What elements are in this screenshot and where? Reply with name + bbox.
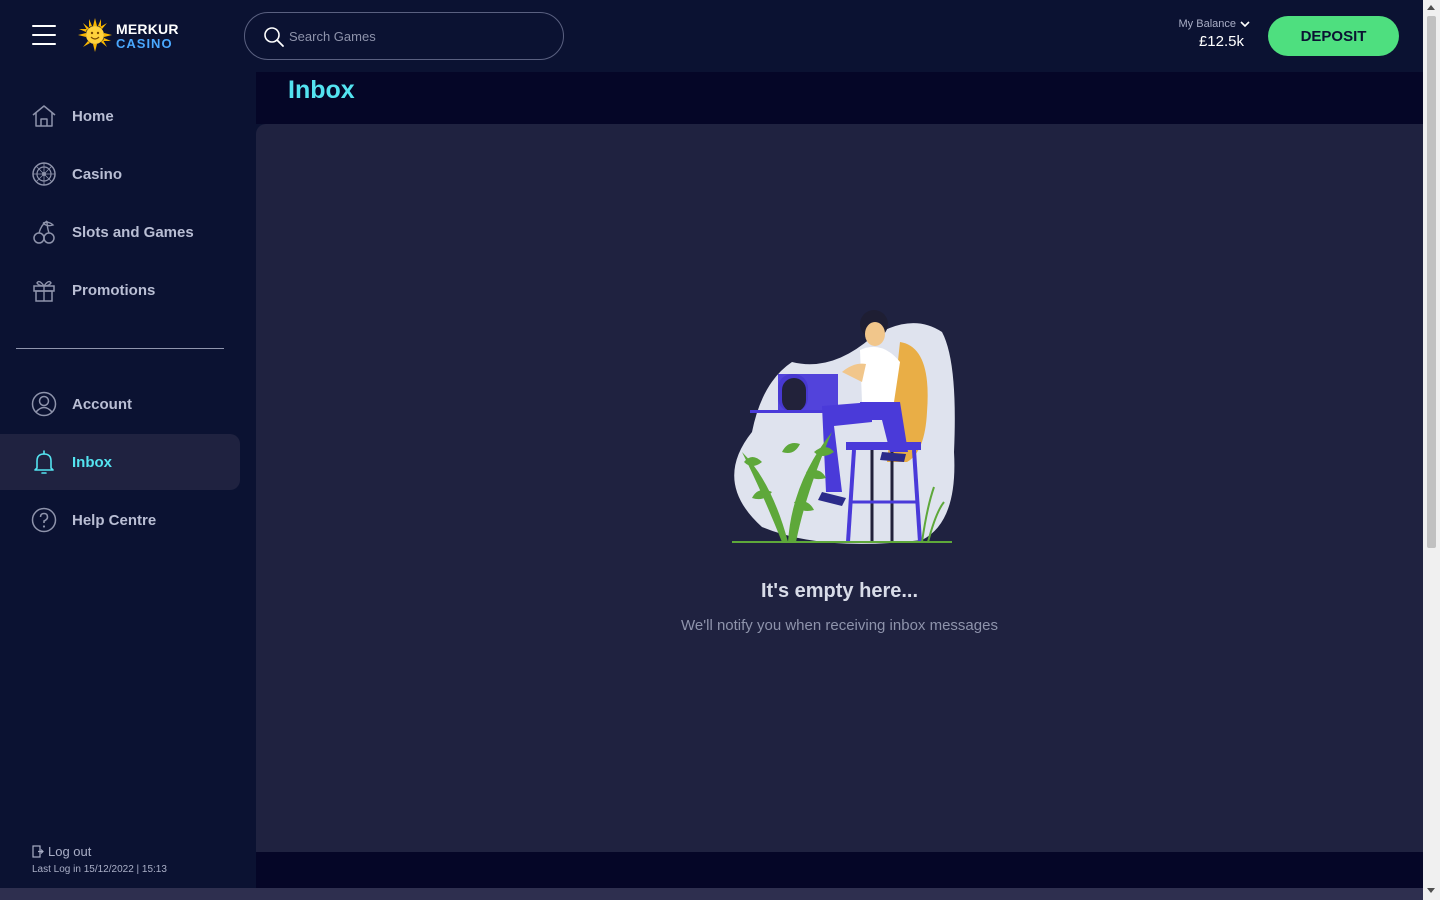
balance-value: £12.5k: [1198, 33, 1244, 50]
search-icon: [264, 27, 284, 47]
chevron-down-icon: [1240, 21, 1250, 28]
scrollbar-thumb[interactable]: [1427, 16, 1436, 548]
logout-label: Log out: [48, 844, 92, 859]
sidebar-item-casino[interactable]: Casino: [0, 146, 240, 202]
brand-name-line1: MERKUR: [116, 21, 179, 37]
sidebar-item-promotions[interactable]: Promotions: [0, 262, 240, 318]
sidebar-item-label: Casino: [72, 165, 123, 183]
sidebar-item-label: Promotions: [72, 281, 156, 299]
sidebar-item-account[interactable]: Account: [0, 376, 240, 432]
empty-state-title: It's empty here...: [760, 580, 919, 602]
empty-state-subtitle: We'll notify you when receiving inbox me…: [681, 617, 998, 634]
page-header: Inbox: [256, 72, 1423, 124]
last-login-text: Last Log in 15/12/2022 | 15:13: [32, 864, 167, 875]
scroll-up-arrow-icon[interactable]: [1427, 5, 1435, 10]
scroll-down-arrow-icon[interactable]: [1427, 888, 1435, 893]
bell-icon: [31, 449, 57, 475]
logout-icon: [32, 845, 44, 858]
inbox-panel: It's empty here... We'll notify you when…: [256, 124, 1423, 852]
sidebar-item-label: Home: [72, 107, 114, 125]
home-icon: [31, 103, 57, 129]
sun-logo-icon: [78, 18, 112, 52]
horizontal-scrollbar[interactable]: [0, 888, 1423, 900]
empty-inbox-illustration: [732, 310, 955, 544]
menu-icon[interactable]: [32, 25, 56, 45]
search-input[interactable]: [289, 13, 549, 59]
deposit-button[interactable]: DEPOSIT: [1268, 16, 1399, 56]
sidebar-item-help-centre[interactable]: Help Centre: [0, 492, 240, 548]
gift-icon: [31, 277, 57, 303]
content-footer: [256, 852, 1423, 888]
sidebar-item-label: Slots and Games: [72, 223, 194, 241]
brand-name-line2: CASINO: [116, 36, 173, 51]
sidebar-item-label: Inbox: [72, 453, 112, 471]
page-title: Inbox: [288, 76, 355, 104]
search-box[interactable]: [244, 12, 564, 60]
user-icon: [31, 391, 57, 417]
merkur-casino-logo[interactable]: MERKUR CASINO: [78, 16, 178, 56]
balance-widget[interactable]: My Balance £12.5k: [1150, 18, 1250, 50]
sidebar-item-slots-and-games[interactable]: Slots and Games: [0, 204, 240, 260]
sidebar: Home Casino Slots and Games Promotions A…: [0, 72, 256, 888]
logout-link[interactable]: Log out: [32, 844, 91, 859]
balance-label: My Balance: [1178, 18, 1236, 30]
cherries-icon: [31, 219, 57, 245]
top-bar: MERKUR CASINO My Balance £12.5k DEPOSIT: [0, 0, 1423, 72]
help-icon: [31, 507, 57, 533]
sidebar-item-label: Account: [72, 395, 132, 413]
sidebar-item-inbox[interactable]: Inbox: [0, 434, 240, 490]
sidebar-divider: [16, 348, 224, 349]
sidebar-item-home[interactable]: Home: [0, 88, 240, 144]
vertical-scrollbar[interactable]: [1423, 0, 1440, 900]
sidebar-item-label: Help Centre: [72, 511, 157, 529]
roulette-icon: [31, 161, 57, 187]
